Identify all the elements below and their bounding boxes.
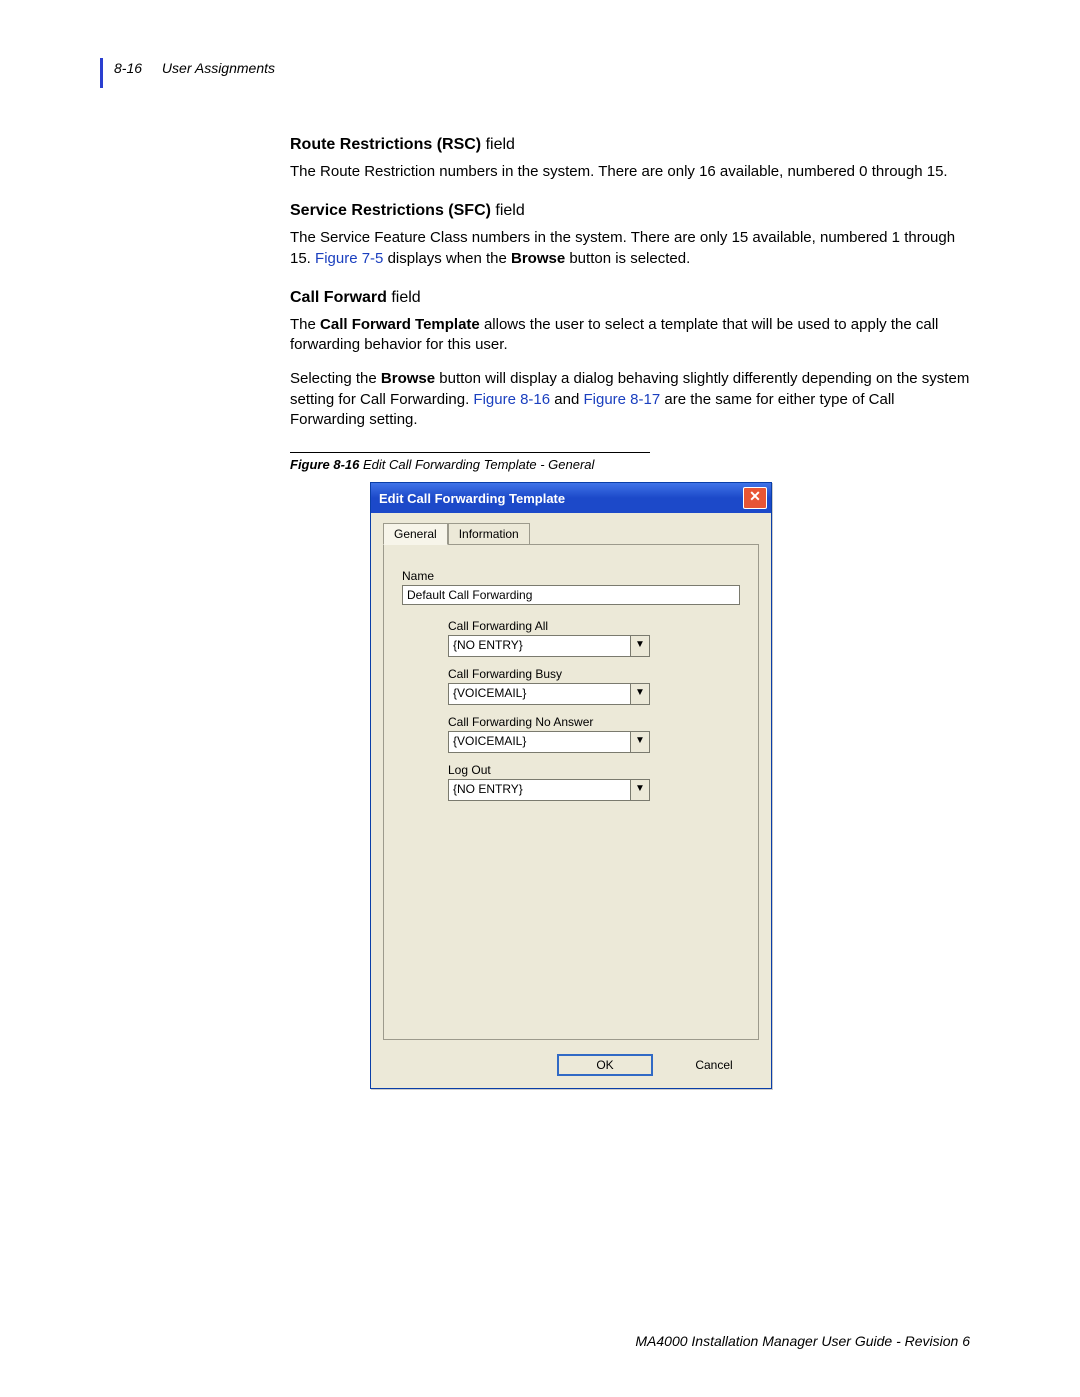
chevron-down-icon[interactable]: ▼: [630, 732, 649, 752]
sfc-post1: displays when the: [383, 250, 511, 267]
cf-p2: Selecting the Browse button will display…: [290, 369, 970, 430]
tab-panel-general: Name Call Forwarding All {NO ENTRY} ▼ Ca…: [383, 544, 759, 1040]
cf-all-combo[interactable]: {NO ENTRY} ▼: [448, 635, 650, 657]
dialog-body: General Information Name Call Forwarding…: [371, 513, 771, 1046]
sfc-post2: button is selected.: [565, 250, 690, 267]
name-field[interactable]: [402, 585, 740, 605]
logout-combo[interactable]: {NO ENTRY} ▼: [448, 779, 650, 801]
heading-cf-thin: field: [387, 289, 421, 306]
heading-sfc-bold: Service Restrictions (SFC): [290, 202, 491, 219]
figure-rule: [290, 452, 650, 453]
cf-busy-combo[interactable]: {VOICEMAIL} ▼: [448, 683, 650, 705]
name-label: Name: [402, 569, 740, 583]
heading-cf-bold: Call Forward: [290, 289, 387, 306]
cf-busy-value: {VOICEMAIL}: [449, 684, 630, 704]
sfc-bold: Browse: [511, 250, 565, 267]
section-name: User Assignments: [162, 60, 275, 76]
cf-p1-pre: The: [290, 316, 320, 333]
tab-information[interactable]: Information: [448, 523, 530, 545]
link-figure-8-16[interactable]: Figure 8-16: [473, 391, 550, 408]
figure-text: Edit Call Forwarding Template - General: [359, 457, 594, 472]
cf-p1-bold: Call Forward Template: [320, 316, 480, 333]
heading-rsc: Route Restrictions (RSC) field: [290, 136, 970, 154]
cf-p1: The Call Forward Template allows the use…: [290, 315, 970, 356]
heading-sfc: Service Restrictions (SFC) field: [290, 202, 970, 220]
sfc-body: The Service Feature Class numbers in the…: [290, 228, 970, 269]
close-icon[interactable]: ✕: [743, 487, 767, 509]
dialog-titlebar[interactable]: Edit Call Forwarding Template ✕: [371, 483, 771, 513]
cf-p2-and: and: [550, 391, 583, 408]
ok-button[interactable]: OK: [557, 1054, 653, 1076]
logout-label: Log Out: [448, 763, 740, 777]
rsc-body: The Route Restriction numbers in the sys…: [290, 162, 970, 182]
running-header: 8-16 User Assignments: [100, 60, 970, 76]
cf-all-label: Call Forwarding All: [448, 619, 740, 633]
cf-p2-pre: Selecting the: [290, 370, 381, 387]
cf-busy-label: Call Forwarding Busy: [448, 667, 740, 681]
page-footer: MA4000 Installation Manager User Guide -…: [635, 1333, 970, 1349]
figure-caption: Figure 8-16 Edit Call Forwarding Templat…: [290, 457, 970, 472]
dialog-title: Edit Call Forwarding Template: [379, 491, 743, 506]
heading-cf: Call Forward field: [290, 289, 970, 307]
cf-p2-bold: Browse: [381, 370, 435, 387]
cf-noans-label: Call Forwarding No Answer: [448, 715, 740, 729]
cf-noans-value: {VOICEMAIL}: [449, 732, 630, 752]
cf-noans-combo[interactable]: {VOICEMAIL} ▼: [448, 731, 650, 753]
page-number: 8-16: [114, 60, 142, 76]
tab-general[interactable]: General: [383, 523, 448, 545]
link-figure-7-5[interactable]: Figure 7-5: [315, 250, 383, 267]
cancel-button[interactable]: Cancel: [671, 1054, 757, 1076]
heading-sfc-thin: field: [491, 202, 525, 219]
chevron-down-icon[interactable]: ▼: [630, 636, 649, 656]
chevron-down-icon[interactable]: ▼: [630, 684, 649, 704]
dialog-button-row: OK Cancel: [371, 1046, 771, 1088]
tab-strip: General Information: [383, 523, 759, 545]
link-figure-8-17[interactable]: Figure 8-17: [584, 391, 661, 408]
logout-value: {NO ENTRY}: [449, 780, 630, 800]
figure-number: Figure 8-16: [290, 457, 359, 472]
heading-rsc-thin: field: [481, 136, 515, 153]
cf-all-value: {NO ENTRY}: [449, 636, 630, 656]
header-rule: [100, 58, 103, 88]
chevron-down-icon[interactable]: ▼: [630, 780, 649, 800]
dialog-edit-call-forwarding: Edit Call Forwarding Template ✕ General …: [370, 482, 772, 1089]
heading-rsc-bold: Route Restrictions (RSC): [290, 136, 481, 153]
